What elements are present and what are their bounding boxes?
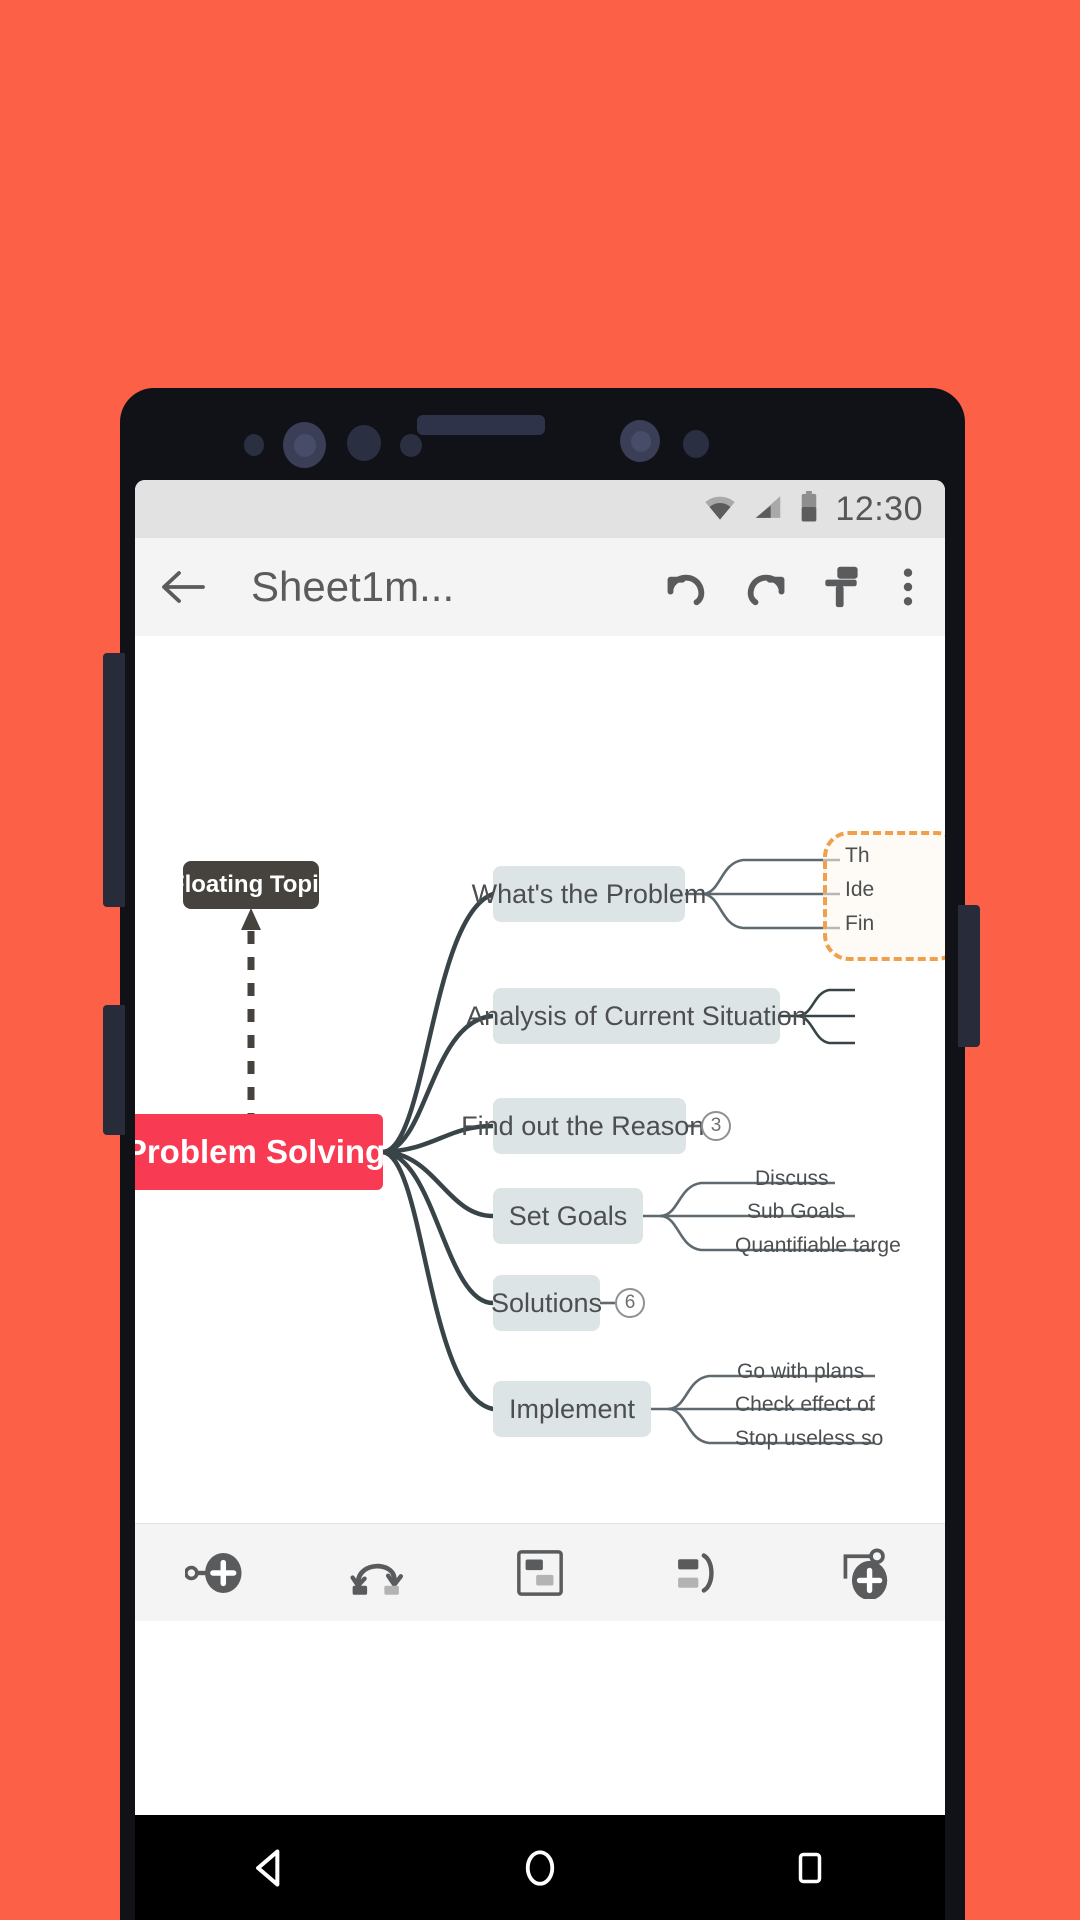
add-boundary-icon[interactable] <box>480 1524 600 1622</box>
mindmap-canvas[interactable]: Floating Topic Problem Solving What's th… <box>135 636 945 1523</box>
phone-screen: 12:30 Sheet1m... Floating Topic Problem … <box>135 480 945 1815</box>
earpiece-speaker <box>417 415 545 435</box>
branch-node-find-out-the-reasons[interactable]: Find out the Reasons <box>461 1098 718 1154</box>
page-title[interactable]: Sheet1m... <box>251 563 633 611</box>
branch-label: Solutions <box>490 1287 603 1318</box>
sensor-dot-icon <box>400 434 422 457</box>
add-relationship-icon[interactable] <box>318 1524 438 1622</box>
leaf-node[interactable]: Ide <box>845 878 874 902</box>
volume-button[interactable] <box>103 653 125 907</box>
branch-label: Analysis of Current Situation <box>466 1000 807 1031</box>
battery-icon <box>799 490 819 528</box>
branch-node-solutions[interactable]: Solutions <box>490 1275 603 1331</box>
sensor-dot-icon <box>347 425 381 461</box>
nav-recents-icon[interactable] <box>730 1815 890 1920</box>
collapsed-count-badge[interactable]: 3 <box>701 1111 731 1141</box>
add-subtopic-icon[interactable] <box>156 1524 276 1622</box>
power-button[interactable] <box>103 1005 125 1135</box>
leaf-node[interactable]: Go with plans <box>737 1360 864 1384</box>
leaf-node[interactable]: Quantifiable targe <box>735 1234 901 1258</box>
side-button-right[interactable] <box>958 905 980 1047</box>
sensor-dot-icon <box>683 430 709 458</box>
nav-back-icon[interactable] <box>190 1815 350 1920</box>
paint-roller-icon[interactable] <box>819 563 863 611</box>
branch-label: Find out the Reasons <box>461 1110 718 1141</box>
back-arrow-icon[interactable] <box>159 567 207 607</box>
topic-boundary[interactable] <box>823 831 945 961</box>
leaf-node[interactable]: Sub Goals <box>747 1200 845 1224</box>
sensor-dot-icon <box>631 431 651 452</box>
branch-label: Implement <box>508 1393 636 1424</box>
branch-label: Set Goals <box>508 1200 628 1231</box>
branch-node-whats-the-problem[interactable]: What's the Problem <box>472 866 706 922</box>
editor-bottom-toolbar <box>135 1523 945 1621</box>
android-navigation-bar <box>135 1815 945 1920</box>
status-bar: 12:30 <box>135 480 945 538</box>
app-toolbar: Sheet1m... <box>135 538 945 636</box>
branch-label: What's the Problem <box>471 878 707 909</box>
add-floating-topic-icon[interactable] <box>804 1524 924 1622</box>
branch-node-set-goals[interactable]: Set Goals <box>493 1188 643 1244</box>
floating-topic-label: Floating Topic <box>169 871 333 898</box>
more-vertical-icon[interactable] <box>893 565 923 609</box>
branch-node-implement[interactable]: Implement <box>493 1381 651 1437</box>
leaf-node[interactable]: Th <box>845 844 870 868</box>
cellular-signal-icon <box>753 493 783 526</box>
nav-home-icon[interactable] <box>460 1815 620 1920</box>
redo-icon[interactable] <box>741 565 789 609</box>
central-topic-label: Problem Solving <box>135 1133 386 1170</box>
wifi-icon <box>703 493 737 526</box>
status-bar-clock: 12:30 <box>835 489 923 528</box>
leaf-node[interactable]: Fin <box>845 912 874 936</box>
floating-topic-node[interactable]: Floating Topic <box>170 861 332 909</box>
leaf-node[interactable]: Check effect of <box>735 1393 875 1417</box>
central-topic-node[interactable]: Problem Solving <box>135 1114 386 1190</box>
undo-icon[interactable] <box>663 565 711 609</box>
branch-node-analysis-of-current-situation[interactable]: Analysis of Current Situation <box>466 988 807 1044</box>
add-summary-icon[interactable] <box>642 1524 762 1622</box>
leaf-node[interactable]: Discuss <box>755 1167 829 1191</box>
front-camera-lens-icon <box>294 434 316 457</box>
sensor-dot-icon <box>244 434 264 456</box>
leaf-node[interactable]: Stop useless so <box>735 1427 883 1451</box>
collapsed-count-badge[interactable]: 6 <box>615 1288 645 1318</box>
